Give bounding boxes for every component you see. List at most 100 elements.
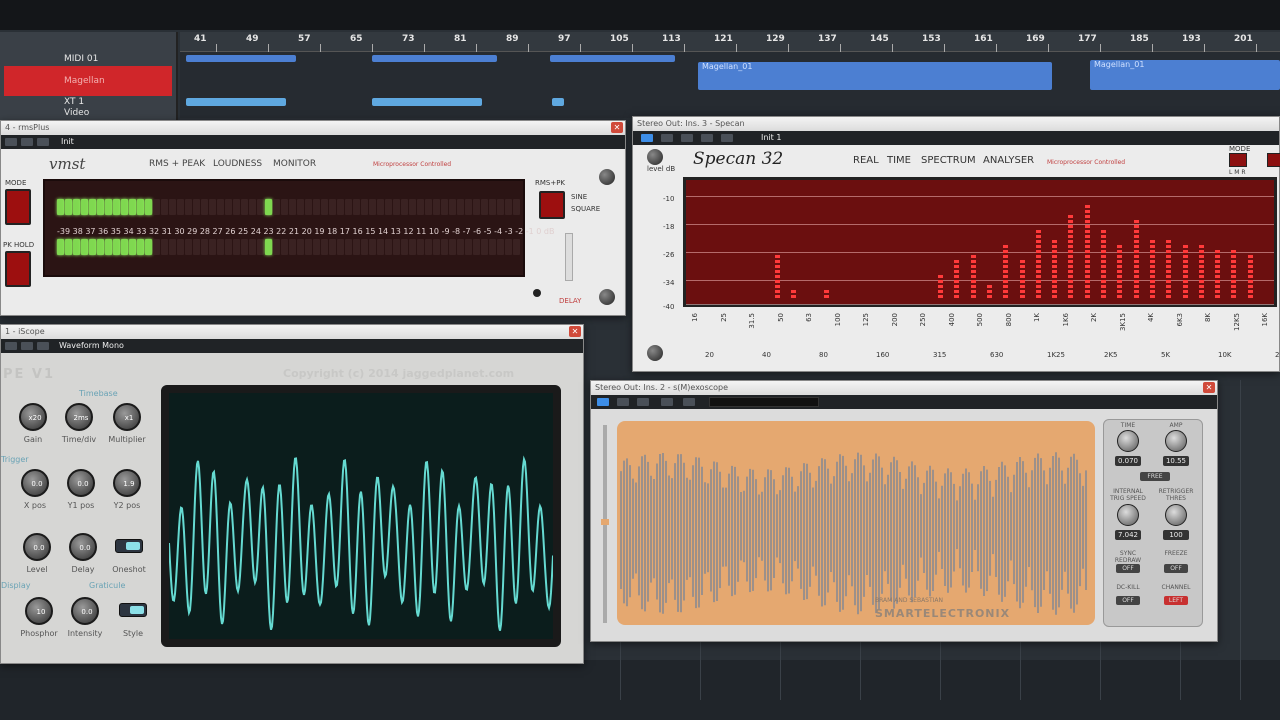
- meter-led-peak: [129, 239, 136, 255]
- knob-label: Time/div: [61, 435, 97, 444]
- power-icon[interactable]: [5, 342, 17, 350]
- automation-clip[interactable]: [552, 98, 564, 106]
- meter-led-rms: [329, 199, 336, 215]
- slider-handle[interactable]: [601, 519, 609, 525]
- phosphor-knob[interactable]: 10: [25, 597, 53, 625]
- read-icon[interactable]: [21, 138, 33, 146]
- write-icon[interactable]: [37, 138, 49, 146]
- read-icon[interactable]: [21, 342, 33, 350]
- automation-clip[interactable]: [372, 98, 482, 106]
- midi-clip[interactable]: [550, 55, 675, 62]
- preset-name[interactable]: Waveform Mono: [59, 341, 124, 350]
- knob-value: 0.0: [33, 544, 45, 552]
- track-magellan[interactable]: Magellan: [4, 66, 172, 96]
- waveform-trace: [169, 455, 553, 631]
- trig-speed-knob[interactable]: [1117, 504, 1139, 526]
- midi-clip[interactable]: [372, 55, 497, 62]
- x-pos-knob[interactable]: 0.0: [21, 469, 49, 497]
- timeline-ruler[interactable]: 41 49 57 65 73 81 89 97 105 113 121 129 137 145 153 161…: [180, 32, 1280, 52]
- retrigger-knob[interactable]: [1165, 504, 1187, 526]
- preset-dropdown[interactable]: [709, 397, 819, 407]
- settings-knob[interactable]: [647, 149, 663, 165]
- arrange-lanes[interactable]: Magellan_01 Magellan_01: [180, 52, 1280, 118]
- automation-clip[interactable]: [186, 98, 286, 106]
- oscilloscope-screen: [161, 385, 561, 647]
- ruler-tick: 89: [506, 34, 519, 44]
- ruler-line: [996, 44, 997, 52]
- compare-icon[interactable]: [661, 398, 673, 406]
- freq-tick: 8K: [1204, 313, 1212, 323]
- gain-knob[interactable]: x20: [19, 403, 47, 431]
- audio-clip[interactable]: Magellan_01: [698, 62, 1052, 90]
- dc-kill-button[interactable]: OFF: [1116, 596, 1140, 605]
- preset-name[interactable]: Init: [61, 137, 74, 146]
- style-toggle[interactable]: [119, 603, 147, 617]
- window-title[interactable]: Stereo Out: Ins. 2 - s(M)exoscope ✕: [591, 381, 1217, 395]
- settings-knob[interactable]: [647, 345, 663, 361]
- meter-led-peak: [209, 239, 216, 255]
- window-title-text: 4 - rmsPlus: [5, 123, 50, 132]
- reset-button[interactable]: [1267, 153, 1280, 167]
- track-xt[interactable]: XT 1: [4, 96, 172, 107]
- power-icon[interactable]: [597, 398, 609, 406]
- oneshot-toggle[interactable]: [115, 539, 143, 553]
- multiplier-knob[interactable]: x1: [113, 403, 141, 431]
- sync-button[interactable]: OFF: [1116, 564, 1140, 573]
- close-icon[interactable]: ✕: [611, 122, 623, 133]
- intensity-knob[interactable]: 0.0: [71, 597, 99, 625]
- mode-button[interactable]: [5, 189, 31, 225]
- power-icon[interactable]: [641, 134, 653, 142]
- delay-knob[interactable]: 0.0: [69, 533, 97, 561]
- free-button[interactable]: FREE: [1140, 472, 1170, 481]
- mode-label: MODE: [1229, 145, 1251, 153]
- level-knob[interactable]: 0.0: [23, 533, 51, 561]
- rms-pk-button[interactable]: [539, 191, 565, 219]
- midi-clip[interactable]: [186, 55, 296, 62]
- grid-line: [686, 224, 1274, 225]
- meter-led-peak: [169, 239, 176, 255]
- meter-led-rms: [233, 199, 240, 215]
- track-name: Video: [64, 107, 90, 118]
- meter-led-peak: [225, 239, 232, 255]
- meter-led-rms: [417, 199, 424, 215]
- time-knob[interactable]: [1117, 430, 1139, 452]
- pk-hold-button[interactable]: [5, 251, 31, 287]
- tab-rms-peak[interactable]: RMS + PEAK: [149, 159, 205, 169]
- ruler-line: [476, 44, 477, 52]
- window-title[interactable]: Stereo Out: Ins. 3 - Specan: [633, 117, 1279, 131]
- y2-pos-knob[interactable]: 1.9: [113, 469, 141, 497]
- write-icon[interactable]: [37, 342, 49, 350]
- close-icon[interactable]: ✕: [1203, 382, 1215, 393]
- mode-button[interactable]: [1229, 153, 1247, 167]
- tab-loudness[interactable]: LOUDNESS: [213, 159, 262, 169]
- close-icon[interactable]: ✕: [569, 326, 581, 337]
- freeze-button[interactable]: OFF: [1164, 564, 1188, 573]
- channel-button[interactable]: LEFT: [1164, 596, 1188, 605]
- window-title[interactable]: 1 - iScope ✕: [1, 325, 583, 339]
- audio-clip[interactable]: Magellan_01: [1090, 60, 1280, 90]
- freq-tick: 100: [833, 313, 842, 327]
- write-icon[interactable]: [637, 398, 649, 406]
- window-title-text: 1 - iScope: [5, 327, 45, 336]
- meter-led-peak: [273, 239, 280, 255]
- y1-pos-knob[interactable]: 0.0: [67, 469, 95, 497]
- power-icon[interactable]: [5, 138, 17, 146]
- read-icon[interactable]: [617, 398, 629, 406]
- read-icon[interactable]: [661, 134, 673, 142]
- settings-knob[interactable]: [599, 289, 615, 305]
- menu-icon[interactable]: [721, 134, 733, 142]
- time-div-knob[interactable]: 2ms: [65, 403, 93, 431]
- square-label: SQUARE: [571, 205, 601, 213]
- settings-knob[interactable]: [599, 169, 615, 185]
- spectrum-bar: [1231, 248, 1237, 298]
- delay-slider[interactable]: [565, 233, 573, 281]
- tab-monitor[interactable]: MONITOR: [273, 159, 316, 169]
- preset-name[interactable]: Init 1: [761, 133, 781, 142]
- write-icon[interactable]: [681, 134, 693, 142]
- window-title[interactable]: 4 - rmsPlus ✕: [1, 121, 625, 135]
- menu-icon[interactable]: [683, 398, 695, 406]
- track-video[interactable]: Video: [4, 107, 172, 118]
- ruler-tick: 49: [246, 34, 259, 44]
- amp-knob[interactable]: [1165, 430, 1187, 452]
- compare-icon[interactable]: [701, 134, 713, 142]
